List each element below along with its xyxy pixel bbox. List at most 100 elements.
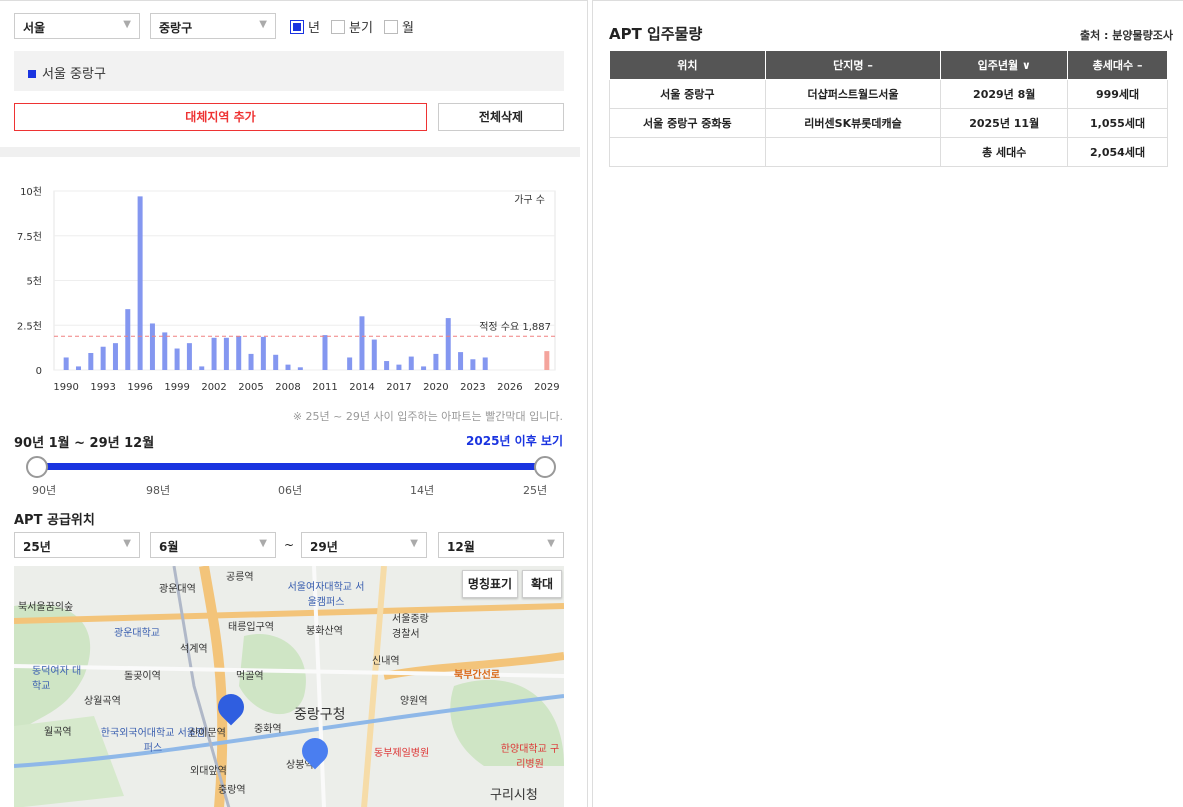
divider <box>0 147 580 157</box>
range-slider-start-handle[interactable] <box>26 456 48 478</box>
cell: 총 세대수 <box>940 136 1069 167</box>
map-label: 태릉입구역 <box>228 622 274 633</box>
map-label: 동덕여자 대학교 <box>32 666 82 692</box>
map-label: 구리시청 <box>490 788 538 803</box>
map-label: 한양대학교 구리병원 <box>500 744 560 770</box>
bar <box>322 335 328 370</box>
x-tick-label: 2008 <box>275 382 300 393</box>
chart-note: ※ 25년 ~ 29년 사이 입주하는 아파트는 빨간막대 입니다. <box>292 410 563 423</box>
slider-tick: 06년 <box>278 484 303 497</box>
bar <box>470 359 476 370</box>
add-region-button[interactable]: 대체지역 추가 <box>14 103 427 131</box>
table-total-row: 총 세대수 2,054세대 <box>609 136 1168 167</box>
x-tick-label: 2023 <box>460 382 485 393</box>
checkbox-icon <box>384 19 398 34</box>
bar <box>408 356 414 370</box>
map-label: 양원역 <box>400 696 428 707</box>
bar <box>125 309 131 370</box>
map-label: 광운대학교 <box>114 628 160 639</box>
from-year-select[interactable]: 25년 ▼ <box>14 532 140 558</box>
cell: 리버센SK뷰롯데캐슬 <box>764 107 942 138</box>
y-tick-label: 10천 <box>20 186 42 198</box>
square-icon <box>28 70 36 78</box>
x-tick-label: 2005 <box>238 382 263 393</box>
reference-label: 적정 수요 1,887 <box>479 321 551 333</box>
x-tick-label: 1993 <box>90 382 115 393</box>
range-slider-end-handle[interactable] <box>534 456 556 478</box>
map-label: 월곡역 <box>44 727 72 738</box>
bar <box>174 348 180 370</box>
x-tick-label: 2020 <box>423 382 448 393</box>
right-panel: APT 입주물량 출처 : 분양물량조사 위치 단지명 – 입주년월 ∨ 총세대… <box>592 0 1183 807</box>
checkbox-quarter[interactable]: 분기 <box>331 17 373 36</box>
supply-title: APT 공급위치 <box>14 513 95 528</box>
bar <box>63 357 69 370</box>
checkbox-icon <box>290 19 304 34</box>
y-tick-label: 5천 <box>26 276 42 288</box>
period-label: 90년 1월 ~ 29년 12월 <box>14 436 155 451</box>
cell: 2025년 11월 <box>940 107 1069 138</box>
slider-tick: 90년 <box>32 484 57 497</box>
chevron-down-icon: ▼ <box>123 19 131 30</box>
col-header-date[interactable]: 입주년월 ∨ <box>940 51 1069 80</box>
bar <box>359 316 365 370</box>
bar <box>544 351 550 370</box>
x-tick-label: 1996 <box>127 382 152 393</box>
chevron-down-icon: ▼ <box>259 19 267 30</box>
clear-all-button[interactable]: 전체삭제 <box>438 103 564 131</box>
supply-chart: 0 2.5천 5천 7.5천 10천 1990 1993 1996 1999 2002 2005 20… <box>17 186 560 393</box>
cell: 1,055세대 <box>1067 107 1168 138</box>
map-label: 신이문역 <box>189 728 226 739</box>
map-label: 동부제일병원 <box>374 748 430 759</box>
map[interactable]: 명칭표기 확대 광운대역 공릉역 북서울꿈의숲 서울여자대학교 서울캠퍼스 서울… <box>14 566 564 807</box>
map-label: 서울여자대학교 서울캠퍼스 <box>287 582 365 608</box>
x-tick-label: 2029 <box>534 382 559 393</box>
map-label: 외대앞역 <box>190 766 227 777</box>
bar <box>371 339 377 370</box>
chevron-down-icon: ▼ <box>547 538 555 549</box>
range-separator: ~ <box>284 538 295 552</box>
col-header-units[interactable]: 총세대수 – <box>1067 51 1168 80</box>
checkbox-month[interactable]: 월 <box>384 17 414 36</box>
table-header-row: 위치 단지명 – 입주년월 ∨ 총세대수 – <box>609 51 1168 80</box>
col-header-location[interactable]: 위치 <box>609 51 766 80</box>
map-label: 광운대역 <box>159 584 196 595</box>
page-title: APT 입주물량 <box>609 25 703 43</box>
range-slider-track[interactable] <box>37 463 545 470</box>
cell: 서울 중랑구 <box>609 78 766 109</box>
bar <box>223 337 229 370</box>
checkbox-year[interactable]: 년 <box>290 17 320 36</box>
table-row: 서울 중랑구 중화동 리버센SK뷰롯데캐슬 2025년 11월 1,055세대 <box>609 107 1168 138</box>
chevron-down-icon: ▼ <box>410 538 418 549</box>
toggle-names-button[interactable]: 명칭표기 <box>462 570 518 598</box>
x-tick-label: 2026 <box>497 382 522 393</box>
y-tick-label: 2.5천 <box>17 320 42 332</box>
col-header-complex[interactable]: 단지명 – <box>764 51 942 80</box>
left-panel: 서울 ▼ 중랑구 ▼ 년 분기 월 서울 중랑구 대체지역 추가 전체삭제 0 2.5… <box>0 0 588 807</box>
cell: 더샵퍼스트월드서울 <box>764 78 942 109</box>
bar <box>384 361 390 370</box>
map-label: 북부간선로 <box>454 670 500 681</box>
after-2025-link[interactable]: 2025년 이후 보기 <box>466 432 563 449</box>
map-label: 중랑구청 <box>294 707 346 723</box>
map-label: 신내역 <box>372 656 400 667</box>
city-select[interactable]: 서울 ▼ <box>14 13 140 39</box>
bar <box>273 354 279 370</box>
x-tick-label: 1990 <box>53 382 78 393</box>
bar <box>100 346 106 370</box>
to-month-select[interactable]: 12월 ▼ <box>438 532 564 558</box>
bar <box>458 352 464 370</box>
bar <box>137 196 143 370</box>
bar <box>88 352 94 370</box>
x-tick-label: 2011 <box>312 382 337 393</box>
bar <box>347 357 353 370</box>
bar <box>211 337 217 370</box>
checkbox-icon <box>331 19 345 34</box>
bar <box>297 367 303 370</box>
zoom-button[interactable]: 확대 <box>522 570 562 598</box>
cell: 2,054세대 <box>1067 136 1168 167</box>
district-select[interactable]: 중랑구 ▼ <box>150 13 276 39</box>
to-year-select[interactable]: 29년 ▼ <box>301 532 427 558</box>
from-month-select[interactable]: 6월 ▼ <box>150 532 276 558</box>
source-label: 출처 : 분양물량조사 <box>1079 29 1173 42</box>
